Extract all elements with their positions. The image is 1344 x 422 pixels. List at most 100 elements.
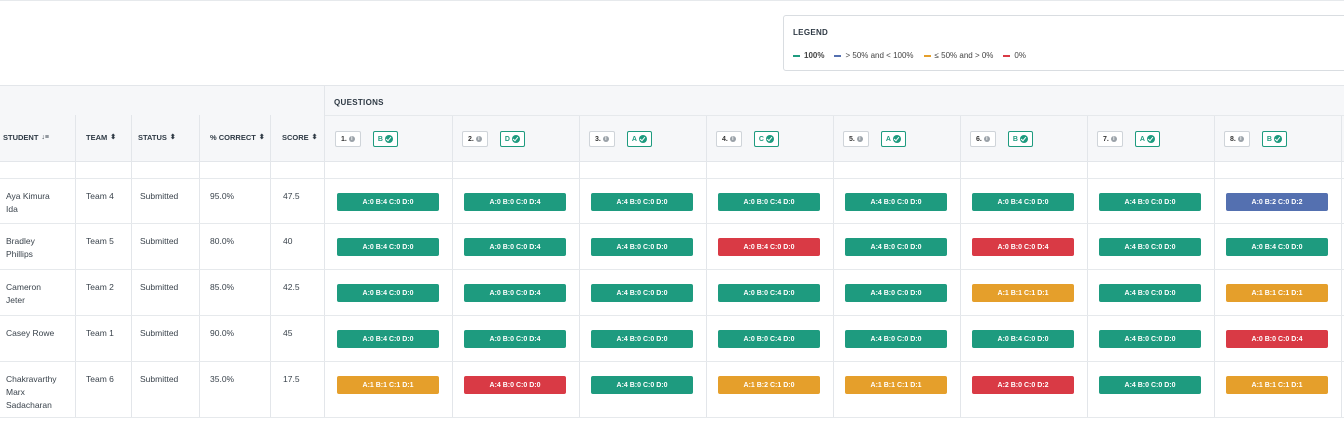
question-number-button[interactable]: 3. i [589,131,615,147]
answer-distribution-bar[interactable]: A:4 B:0 C:0 D:0 [1099,238,1201,256]
answer-distribution-bar[interactable]: A:4 B:0 C:0 D:0 [1099,284,1201,302]
answer-distribution-bar[interactable]: A:0 B:4 C:0 D:0 [1226,238,1328,256]
answer-distribution-bar[interactable]: A:0 B:4 C:0 D:0 [337,330,439,348]
check-circle-icon [384,135,393,143]
header-divider [325,115,1344,116]
answer-distribution-bar[interactable]: A:4 B:0 C:0 D:0 [845,238,947,256]
row-divider [0,361,1344,362]
column-divider [452,115,453,418]
answer-distribution-bar[interactable]: A:4 B:0 C:0 D:0 [591,284,693,302]
student-name[interactable]: Casey Rowe [6,327,54,340]
info-icon[interactable]: i [729,136,736,142]
answer-distribution-bar[interactable]: A:0 B:4 C:0 D:0 [718,238,820,256]
answer-distribution-bar[interactable]: A:0 B:4 C:0 D:0 [337,284,439,302]
answer-distribution-bar[interactable]: A:4 B:0 C:0 D:0 [1099,193,1201,211]
correct-answer: B [1266,135,1272,143]
answer-distribution-bar[interactable]: A:0 B:0 C:0 D:4 [972,238,1074,256]
info-icon[interactable]: i [1237,136,1244,142]
question-number-button[interactable]: 8. i [1224,131,1250,147]
column-header-label: TEAM [86,133,108,142]
answer-distribution-bar[interactable]: A:4 B:0 C:0 D:0 [845,284,947,302]
question-number: 8. [1230,135,1236,143]
question-number-button[interactable]: 4. i [716,131,742,147]
answer-distribution-bar[interactable]: A:0 B:0 C:4 D:0 [718,330,820,348]
answer-distribution-bar[interactable]: A:0 B:4 C:0 D:0 [972,330,1074,348]
student-name[interactable]: Cameron Jeter [6,281,41,307]
question-number-button[interactable]: 1. i [335,131,361,147]
cell-pct: 95.0% [210,191,235,201]
student-name[interactable]: Chakravarthy Marx Sadacharan [6,373,57,412]
question-header-7: 7. i A [1097,131,1160,147]
question-number-button[interactable]: 7. i [1097,131,1123,147]
correct-answer-badge: B [1007,131,1033,147]
answer-distribution-bar[interactable]: A:4 B:0 C:0 D:0 [464,376,566,394]
answer-distribution-bar[interactable]: A:0 B:4 C:0 D:0 [972,193,1074,211]
answer-distribution-bar[interactable]: A:4 B:0 C:0 D:0 [591,238,693,256]
question-number-button[interactable]: 2. i [462,131,488,147]
sort-icon[interactable]: ⬍ [170,134,176,141]
row-divider [0,417,1344,418]
answer-distribution-bar[interactable]: A:4 B:0 C:0 D:0 [1099,330,1201,348]
column-header-team[interactable]: TEAM ⬍ [86,133,116,142]
answer-distribution-bar[interactable]: A:0 B:0 C:0 D:4 [464,284,566,302]
column-header-pct[interactable]: % CORRECT ⬍ [210,133,265,142]
answer-distribution-bar[interactable]: A:0 B:2 C:0 D:2 [1226,193,1328,211]
answer-distribution-bar[interactable]: A:4 B:0 C:0 D:0 [591,193,693,211]
answer-distribution-bar[interactable]: A:4 B:0 C:0 D:0 [1099,376,1201,394]
student-name[interactable]: Aya Kimura Ida [6,190,50,216]
row-divider [0,178,1344,179]
answer-distribution-bar[interactable]: A:0 B:0 C:0 D:4 [464,193,566,211]
info-icon[interactable]: i [602,136,609,142]
info-icon[interactable]: i [348,136,355,142]
answer-distribution-bar[interactable]: A:4 B:0 C:0 D:0 [591,330,693,348]
info-icon[interactable]: i [983,136,990,142]
column-divider [960,115,961,418]
answer-distribution-bar[interactable]: A:1 B:1 C:1 D:1 [845,376,947,394]
check-circle-icon [511,135,520,143]
answer-distribution-bar[interactable]: A:0 B:4 C:0 D:0 [337,238,439,256]
cell-team: Team 6 [86,374,114,384]
legend-label: > 50% and < 100% [845,51,914,60]
answer-distribution-bar[interactable]: A:0 B:4 C:0 D:0 [337,193,439,211]
student-name-line: Cameron [6,282,41,292]
answer-distribution-bar[interactable]: A:0 B:0 C:0 D:4 [1226,330,1328,348]
question-header-4: 4. i C [716,131,779,147]
question-number-button[interactable]: 5. i [843,131,869,147]
info-icon[interactable]: i [856,136,863,142]
question-number-button[interactable]: 6. i [970,131,996,147]
column-header-label: % CORRECT [210,133,256,142]
answer-distribution-bar[interactable]: A:0 B:0 C:4 D:0 [718,193,820,211]
legend-label: ≤ 50% and > 0% [934,51,994,60]
sort-icon[interactable]: ⬍ [312,134,318,141]
sort-icon[interactable]: ⬍ [259,134,265,141]
correct-answer-badge: B [372,131,398,147]
answer-distribution-bar[interactable]: A:1 B:1 C:1 D:1 [1226,376,1328,394]
answer-distribution-bar[interactable]: A:1 B:1 C:1 D:1 [337,376,439,394]
cell-status: Submitted [140,282,179,292]
correct-answer-badge: C [753,131,779,147]
answer-distribution-bar[interactable]: A:1 B:1 C:1 D:1 [1226,284,1328,302]
answer-distribution-bar[interactable]: A:0 B:0 C:4 D:0 [718,284,820,302]
info-icon[interactable]: i [475,136,482,142]
answer-distribution-bar[interactable]: A:1 B:1 C:1 D:1 [972,284,1074,302]
column-divider [1087,115,1088,418]
info-icon[interactable]: i [1110,136,1117,142]
answer-distribution-bar[interactable]: A:4 B:0 C:0 D:0 [591,376,693,394]
correct-answer-badge: A [880,131,906,147]
sort-desc-icon[interactable]: ↓≡ [41,134,49,141]
question-header-8: 8. i B [1224,131,1287,147]
answer-distribution-bar[interactable]: A:2 B:0 C:0 D:2 [972,376,1074,394]
row-divider [0,315,1344,316]
column-header-student[interactable]: STUDENT ↓≡ [3,133,49,142]
answer-distribution-bar[interactable]: A:4 B:0 C:0 D:0 [845,330,947,348]
answer-distribution-bar[interactable]: A:0 B:0 C:0 D:4 [464,238,566,256]
column-header-score[interactable]: SCORE ⬍ [282,133,318,142]
student-name[interactable]: Bradley Phillips [6,235,35,261]
answer-distribution-bar[interactable]: A:4 B:0 C:0 D:0 [845,193,947,211]
column-header-status[interactable]: STATUS ⬍ [138,133,176,142]
sort-icon[interactable]: ⬍ [110,134,116,141]
answer-distribution-bar[interactable]: A:1 B:2 C:1 D:0 [718,376,820,394]
student-name-line: Chakravarthy [6,374,57,384]
answer-distribution-bar[interactable]: A:0 B:0 C:0 D:4 [464,330,566,348]
row-divider [0,223,1344,224]
